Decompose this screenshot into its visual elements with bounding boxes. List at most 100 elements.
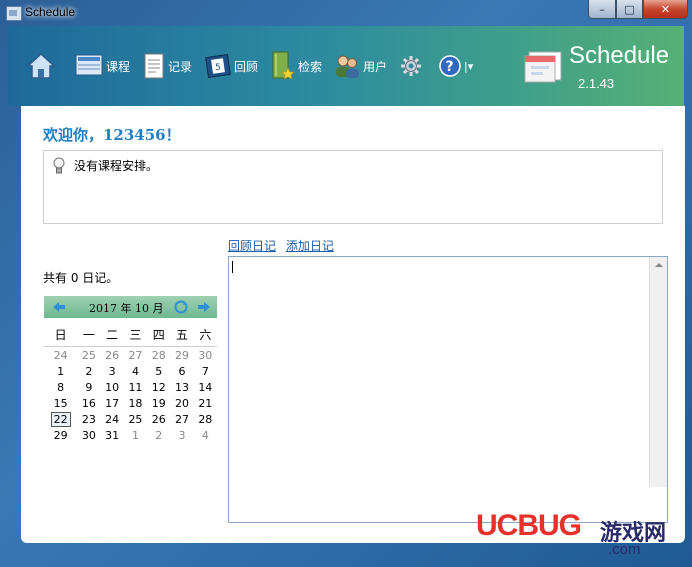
calendar-day[interactable]: 6 xyxy=(170,363,193,379)
calendar-day-number: 26 xyxy=(151,412,166,426)
calendar-day[interactable]: 25 xyxy=(124,411,147,427)
course-notice-text: 没有课程安排。 xyxy=(74,159,159,173)
calendar-day[interactable]: 26 xyxy=(101,347,124,364)
calendar-day[interactable]: 3 xyxy=(101,363,124,379)
calendar-day[interactable]: 15 xyxy=(44,395,77,411)
minimize-button[interactable]: – xyxy=(588,0,616,19)
calendar-week-row: 24 25 26 27 28 29 30 xyxy=(44,347,217,364)
calendar-day-number: 30 xyxy=(198,348,213,362)
today-refresh-icon[interactable] xyxy=(174,300,188,314)
calendar-week-row: 8 9 10 11 12 13 14 xyxy=(44,379,217,395)
app-window-icon xyxy=(6,6,22,21)
scroll-up-arrow-icon[interactable] xyxy=(655,263,663,267)
toolbar-review-label: 回顾 xyxy=(234,59,259,74)
calendar-day-number: 19 xyxy=(151,396,166,410)
calendar-day[interactable]: 4 xyxy=(194,427,217,443)
calendar-day[interactable]: 29 xyxy=(170,347,193,364)
calendar-day[interactable]: 23 xyxy=(77,411,100,427)
calendar-day[interactable]: 8 xyxy=(44,379,77,395)
toolbar-users-button[interactable]: 用户 xyxy=(333,50,387,82)
toolbar-course-button[interactable]: 课程 xyxy=(74,50,130,82)
calendar-day[interactable]: 5 xyxy=(147,363,170,379)
weekday-header: 三 xyxy=(123,322,148,347)
calendar-day[interactable]: 4 xyxy=(124,363,147,379)
calendar-day-number: 4 xyxy=(131,364,139,378)
main-panel: 欢迎你，123456！ 没有课程安排。 回顾日记 添加日记 共有 0 日记。 2… xyxy=(21,106,685,543)
vertical-scrollbar[interactable] xyxy=(649,257,667,487)
calendar-day[interactable]: 11 xyxy=(124,379,147,395)
toolbar: 课程 记录 5 回顾 检索 用户 ? |▾ Schedule 2.1.43 xyxy=(8,26,684,106)
calendar-day[interactable]: 2 xyxy=(147,427,170,443)
calendar-day[interactable]: 30 xyxy=(194,347,217,364)
calendar-day[interactable]: 22 xyxy=(44,411,77,427)
toolbar-search-button[interactable]: 检索 xyxy=(270,50,322,82)
calendar-day[interactable]: 21 xyxy=(194,395,217,411)
calendar-day[interactable]: 27 xyxy=(170,411,193,427)
toolbar-home-button[interactable] xyxy=(26,50,56,82)
maximize-button[interactable]: □ xyxy=(616,0,643,19)
calendar-day[interactable]: 26 xyxy=(147,411,170,427)
calendar-day-number: 20 xyxy=(175,396,189,410)
help-dropdown-arrow[interactable]: |▾ xyxy=(464,60,473,73)
toolbar-review-button[interactable]: 5 回顾 xyxy=(204,50,258,82)
calendar-day[interactable]: 7 xyxy=(194,363,217,379)
calendar-day[interactable]: 29 xyxy=(44,427,77,443)
weekday-header: 四 xyxy=(147,322,171,347)
calendar-day-number: 12 xyxy=(151,380,166,394)
calendar-day[interactable]: 28 xyxy=(147,347,170,364)
calendar-day[interactable]: 20 xyxy=(170,395,193,411)
record-icon xyxy=(144,53,164,79)
add-diary-link[interactable]: 添加日记 xyxy=(286,239,334,253)
weekday-header: 五 xyxy=(170,322,194,347)
toolbar-settings-button[interactable] xyxy=(400,50,422,82)
calendar-day[interactable]: 31 xyxy=(101,427,124,443)
calendar-day-number: 24 xyxy=(105,412,120,426)
diary-editor[interactable] xyxy=(228,256,668,523)
next-month-arrow-icon[interactable] xyxy=(197,300,211,314)
calendar-day-number: 17 xyxy=(105,396,120,410)
title-bar[interactable]: Schedule – □ ✕ xyxy=(0,0,692,26)
calendar-day[interactable]: 24 xyxy=(44,347,77,364)
calendar-day[interactable]: 9 xyxy=(77,379,100,395)
calendar-day[interactable]: 27 xyxy=(124,347,147,364)
toolbar-help-button[interactable]: ? |▾ xyxy=(438,50,473,82)
weekday-header: 六 xyxy=(193,322,217,347)
calendar-day[interactable]: 17 xyxy=(101,395,124,411)
search-icon xyxy=(272,51,295,80)
calendar-day-number: 30 xyxy=(81,428,96,442)
calendar-day[interactable]: 19 xyxy=(147,395,170,411)
window-frame: Schedule – □ ✕ 课程 记录 5 回顾 检索 用户 ? |▾ Sch… xyxy=(0,0,692,567)
users-icon xyxy=(336,55,359,78)
calendar-month-title: 2017 年 10 月 xyxy=(89,302,164,315)
calendar-day-number: 5 xyxy=(155,364,163,378)
calendar-day[interactable]: 3 xyxy=(170,427,193,443)
app-version: 2.1.43 xyxy=(578,76,615,91)
review-diary-link[interactable]: 回顾日记 xyxy=(228,239,276,253)
calendar-day[interactable]: 18 xyxy=(124,395,147,411)
calendar-day[interactable]: 14 xyxy=(194,379,217,395)
calendar-day-number: 25 xyxy=(81,348,96,362)
window-title: Schedule xyxy=(25,5,76,19)
calendar-day[interactable]: 28 xyxy=(194,411,217,427)
calendar-day[interactable]: 30 xyxy=(77,427,100,443)
calendar-day[interactable]: 25 xyxy=(77,347,100,364)
calendar-day[interactable]: 1 xyxy=(44,363,77,379)
weekday-header: 二 xyxy=(100,322,124,347)
calendar-day-number: 3 xyxy=(108,364,116,378)
calendar-day[interactable]: 2 xyxy=(77,363,100,379)
calendar-day[interactable]: 16 xyxy=(77,395,100,411)
calendar-day-number: 15 xyxy=(53,396,68,410)
calendar-day[interactable]: 1 xyxy=(124,427,147,443)
calendar-week-row: 22 23 24 25 26 27 28 xyxy=(44,411,217,427)
calendar-day[interactable]: 13 xyxy=(170,379,193,395)
calendar-day[interactable]: 12 xyxy=(147,379,170,395)
close-button[interactable]: ✕ xyxy=(643,0,688,19)
toolbar-record-button[interactable]: 记录 xyxy=(142,50,192,82)
calendar-day[interactable]: 10 xyxy=(101,379,124,395)
calendar-day[interactable]: 24 xyxy=(101,411,124,427)
prev-month-arrow-icon[interactable] xyxy=(52,300,66,314)
calendar-day-number: 4 xyxy=(201,428,209,442)
calendar-day-number: 26 xyxy=(105,348,120,362)
calendar-day-number: 25 xyxy=(128,412,143,426)
svg-text:5: 5 xyxy=(215,63,221,73)
